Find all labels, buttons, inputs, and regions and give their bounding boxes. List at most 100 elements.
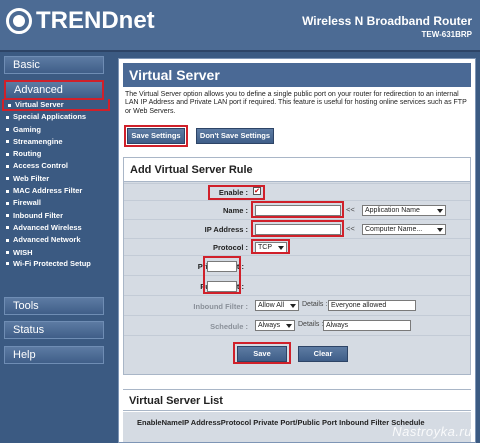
main-content: Virtual Server The Virtual Server option… xyxy=(118,58,476,443)
highlight-protocol xyxy=(251,239,290,254)
page-title: Virtual Server xyxy=(123,63,471,87)
sidebar-help-button[interactable]: Help xyxy=(4,346,104,364)
dropdown-arrow-icon xyxy=(290,304,296,308)
bullet-icon xyxy=(6,238,9,242)
menu-label: Wi-Fi Protected Setup xyxy=(13,258,91,268)
select-value: Allow All xyxy=(258,302,285,309)
schedule-label: Schedule : xyxy=(210,322,248,331)
sidebar-basic-button[interactable]: Basic xyxy=(4,56,104,74)
row-public-port: Public port : xyxy=(124,275,470,295)
select-value: Application Name xyxy=(365,207,420,214)
menu-item-advanced-network[interactable]: Advanced Network xyxy=(4,234,110,246)
row-enable: Enable : ✔ xyxy=(124,183,470,200)
highlight-save xyxy=(233,342,291,364)
menu-item-wifi-protected-setup[interactable]: Wi-Fi Protected Setup xyxy=(4,259,110,279)
menu-item-access-control[interactable]: Access Control xyxy=(4,160,110,172)
menu-label: Advanced Wireless xyxy=(13,222,82,232)
schedule-details-label: Details : xyxy=(298,321,324,328)
sidebar-tools-button[interactable]: Tools xyxy=(4,297,104,315)
inbound-filter-label: Inbound Filter : xyxy=(193,302,248,311)
menu-item-mac-address-filter[interactable]: MAC Address Filter xyxy=(4,185,110,197)
add-rule-panel: Add Virtual Server Rule Enable : ✔ Name … xyxy=(123,157,471,375)
menu-item-firewall[interactable]: Firewall xyxy=(4,197,110,209)
menu-label: Access Control xyxy=(13,161,69,171)
inbound-filter-select[interactable]: Allow All xyxy=(255,300,299,311)
menu-item-virtual-server[interactable]: Virtual Server xyxy=(2,99,110,112)
select-value: Computer Name... xyxy=(365,226,423,233)
schedule-select[interactable]: Always xyxy=(255,320,295,331)
header: TRENDnet Wireless N Broadband Router TEW… xyxy=(0,0,480,52)
clear-button[interactable]: Clear xyxy=(298,346,348,362)
row-actions: Save Clear xyxy=(124,335,470,375)
menu-item-inbound-filter[interactable]: Inbound Filter xyxy=(4,210,110,222)
bullet-icon xyxy=(6,177,9,181)
bullet-icon xyxy=(6,140,9,144)
protocol-label: Protocol : xyxy=(213,243,248,252)
dropdown-arrow-icon xyxy=(437,228,443,232)
dropdown-arrow-icon xyxy=(437,209,443,213)
logo-icon xyxy=(6,8,32,34)
menu-item-wish[interactable]: WISH xyxy=(4,247,110,259)
menu-item-gaming[interactable]: Gaming xyxy=(4,124,110,136)
inbound-details-field: Everyone allowed xyxy=(328,300,416,311)
menu-item-web-filter[interactable]: Web Filter xyxy=(4,173,110,185)
model-number: TEW-631BRP xyxy=(421,30,472,39)
highlight-enable xyxy=(208,185,265,200)
sidebar: Basic Advanced Virtual Server Special Ap… xyxy=(0,52,110,443)
ip-copy-arrow[interactable]: << xyxy=(346,224,355,233)
ip-address-label: IP Address : xyxy=(204,225,248,234)
row-inbound-filter: Inbound Filter : Allow All Details : Eve… xyxy=(124,295,470,315)
menu-item-routing[interactable]: Routing xyxy=(4,148,110,160)
dropdown-arrow-icon xyxy=(286,324,292,328)
menu-label: Virtual Server xyxy=(15,100,64,109)
virtual-server-list-title: Virtual Server List xyxy=(123,389,471,411)
inbound-details-label: Details : xyxy=(302,301,328,308)
menu-label: Inbound Filter xyxy=(13,210,63,220)
highlight-save-settings xyxy=(124,125,188,147)
bullet-icon xyxy=(6,152,9,156)
row-protocol: Protocol : TCP xyxy=(124,238,470,255)
watermark: Nastroyka.ru xyxy=(392,424,472,439)
bullet-icon xyxy=(6,262,9,266)
add-rule-title: Add Virtual Server Rule xyxy=(124,158,470,182)
row-private-port: Private port : xyxy=(124,255,470,275)
menu-label: Routing xyxy=(13,149,42,159)
highlight-ports xyxy=(203,256,241,294)
bullet-icon xyxy=(8,103,11,107)
menu-label: Web Filter xyxy=(13,173,50,183)
bullet-icon xyxy=(6,251,9,255)
name-copy-arrow[interactable]: << xyxy=(346,205,355,214)
list-columns: EnableNameIP AddressProtocol Private Por… xyxy=(137,418,425,427)
computer-name-select[interactable]: Computer Name... xyxy=(362,224,446,235)
select-value: Always xyxy=(258,322,281,329)
menu-label: Firewall xyxy=(13,198,41,208)
menu-label: Streamengine xyxy=(13,136,63,146)
menu-item-special-applications[interactable]: Special Applications xyxy=(4,111,110,123)
page-description: The Virtual Server option allows you to … xyxy=(125,91,467,115)
dont-save-settings-button[interactable]: Don't Save Settings xyxy=(196,128,274,144)
highlight-name xyxy=(251,201,344,218)
advanced-menu: Virtual Server Special Applications Gami… xyxy=(2,99,110,279)
bullet-icon xyxy=(6,226,9,230)
menu-label: MAC Address Filter xyxy=(13,186,83,196)
application-name-select[interactable]: Application Name xyxy=(362,205,446,216)
menu-label: WISH xyxy=(13,247,33,257)
trendnet-logo: TRENDnet xyxy=(6,7,155,35)
schedule-details-field: Always xyxy=(323,320,411,331)
bullet-icon xyxy=(6,201,9,205)
bullet-icon xyxy=(6,189,9,193)
bullet-icon xyxy=(6,165,9,168)
menu-label: Special Applications xyxy=(13,112,87,122)
sidebar-advanced-button[interactable]: Advanced xyxy=(4,80,104,100)
product-title: Wireless N Broadband Router xyxy=(302,14,472,28)
bullet-icon xyxy=(6,214,9,218)
bullet-icon xyxy=(6,128,9,132)
sidebar-status-button[interactable]: Status xyxy=(4,321,104,339)
name-label: Name : xyxy=(222,206,248,215)
menu-item-streamengine[interactable]: Streamengine xyxy=(4,136,110,148)
row-schedule: Schedule : Always Details : Always xyxy=(124,315,470,335)
brand-name: TRENDnet xyxy=(36,7,155,34)
bullet-icon xyxy=(6,115,9,119)
menu-label: Gaming xyxy=(13,124,41,134)
menu-item-advanced-wireless[interactable]: Advanced Wireless xyxy=(4,222,110,234)
